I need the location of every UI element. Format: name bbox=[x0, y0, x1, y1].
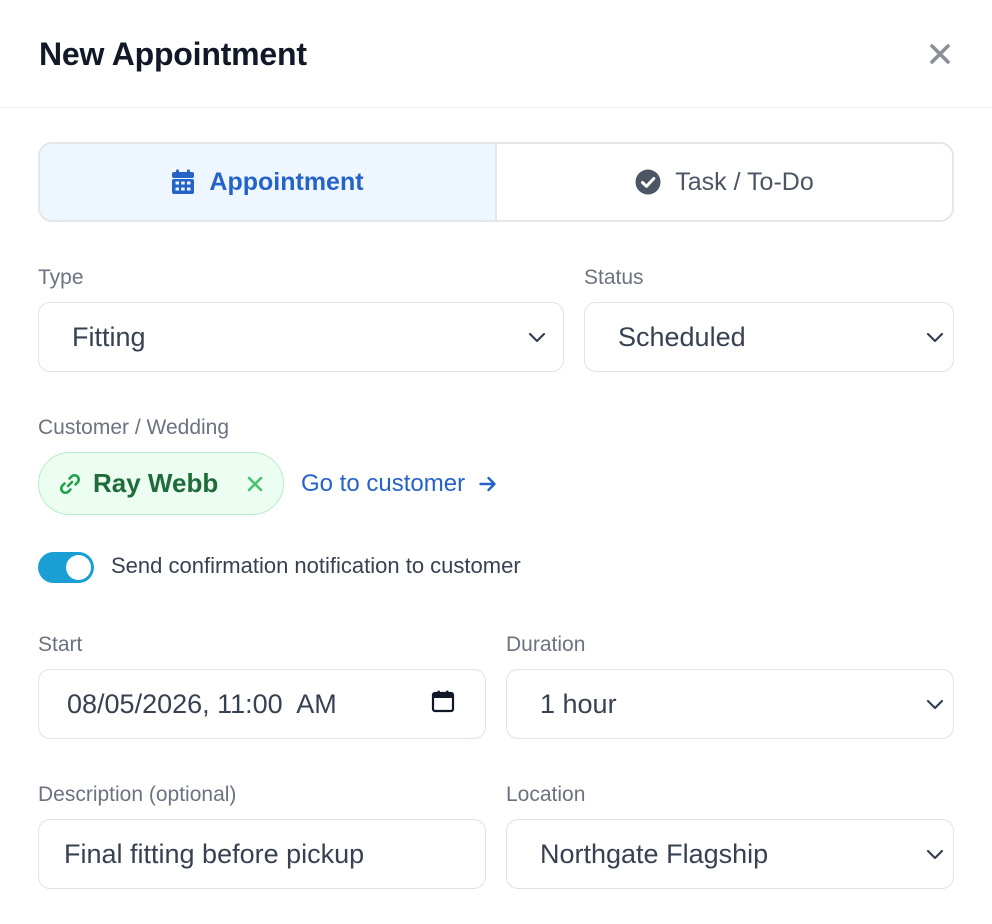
go-to-customer-link[interactable]: Go to customer bbox=[301, 470, 497, 498]
start-datetime-input[interactable]: 08/05/2026, 11:00 AM bbox=[38, 669, 486, 739]
close-icon bbox=[247, 476, 263, 491]
location-value: Northgate Flagship bbox=[540, 838, 769, 869]
duration-label: Duration bbox=[506, 633, 586, 656]
chevron-down-icon bbox=[527, 327, 547, 347]
tab-appointment-label: Appointment bbox=[209, 167, 364, 196]
status-label: Status bbox=[584, 266, 644, 289]
go-to-customer-label: Go to customer bbox=[301, 470, 466, 497]
tab-task[interactable]: Task / To-Do bbox=[497, 144, 952, 220]
chevron-down-icon bbox=[925, 844, 945, 864]
modal-header: New Appointment bbox=[0, 0, 992, 108]
description-label: Description (optional) bbox=[38, 783, 237, 806]
check-circle-icon bbox=[635, 169, 661, 195]
location-select[interactable]: Northgate Flagship bbox=[506, 819, 954, 889]
arrow-right-icon bbox=[479, 476, 496, 492]
status-select[interactable]: Scheduled bbox=[584, 302, 954, 372]
tab-appointment[interactable]: Appointment bbox=[40, 144, 497, 220]
remove-customer-button[interactable] bbox=[246, 475, 264, 493]
chevron-down-icon bbox=[925, 327, 945, 347]
duration-select[interactable]: 1 hour bbox=[506, 669, 954, 739]
description-input[interactable]: Final fitting before pickup bbox=[38, 819, 486, 889]
calendar-picker-icon[interactable] bbox=[401, 658, 455, 751]
toggle-knob bbox=[66, 555, 91, 580]
modal-title: New Appointment bbox=[39, 36, 307, 72]
close-button[interactable] bbox=[924, 38, 956, 70]
type-label: Type bbox=[38, 266, 84, 289]
close-icon bbox=[930, 44, 950, 64]
description-value: Final fitting before pickup bbox=[64, 838, 365, 869]
start-label: Start bbox=[38, 633, 83, 656]
customer-chip: Ray Webb bbox=[38, 452, 284, 515]
status-value: Scheduled bbox=[618, 321, 746, 352]
chevron-down-icon bbox=[925, 694, 945, 714]
customer-name: Ray Webb bbox=[93, 468, 219, 498]
type-select[interactable]: Fitting bbox=[38, 302, 564, 372]
customer-label: Customer / Wedding bbox=[38, 416, 230, 439]
type-value: Fitting bbox=[72, 321, 146, 352]
notification-toggle[interactable] bbox=[38, 552, 94, 583]
notification-label: Send confirmation notification to custom… bbox=[111, 553, 521, 578]
location-label: Location bbox=[506, 783, 586, 806]
mode-selector: Appointment Task / To-Do bbox=[38, 142, 954, 222]
calendar-icon bbox=[172, 169, 195, 194]
start-value: 08/05/2026, 11:00 AM bbox=[67, 688, 337, 719]
link-icon bbox=[59, 473, 81, 494]
tab-task-label: Task / To-Do bbox=[675, 167, 814, 196]
duration-value: 1 hour bbox=[540, 688, 617, 719]
